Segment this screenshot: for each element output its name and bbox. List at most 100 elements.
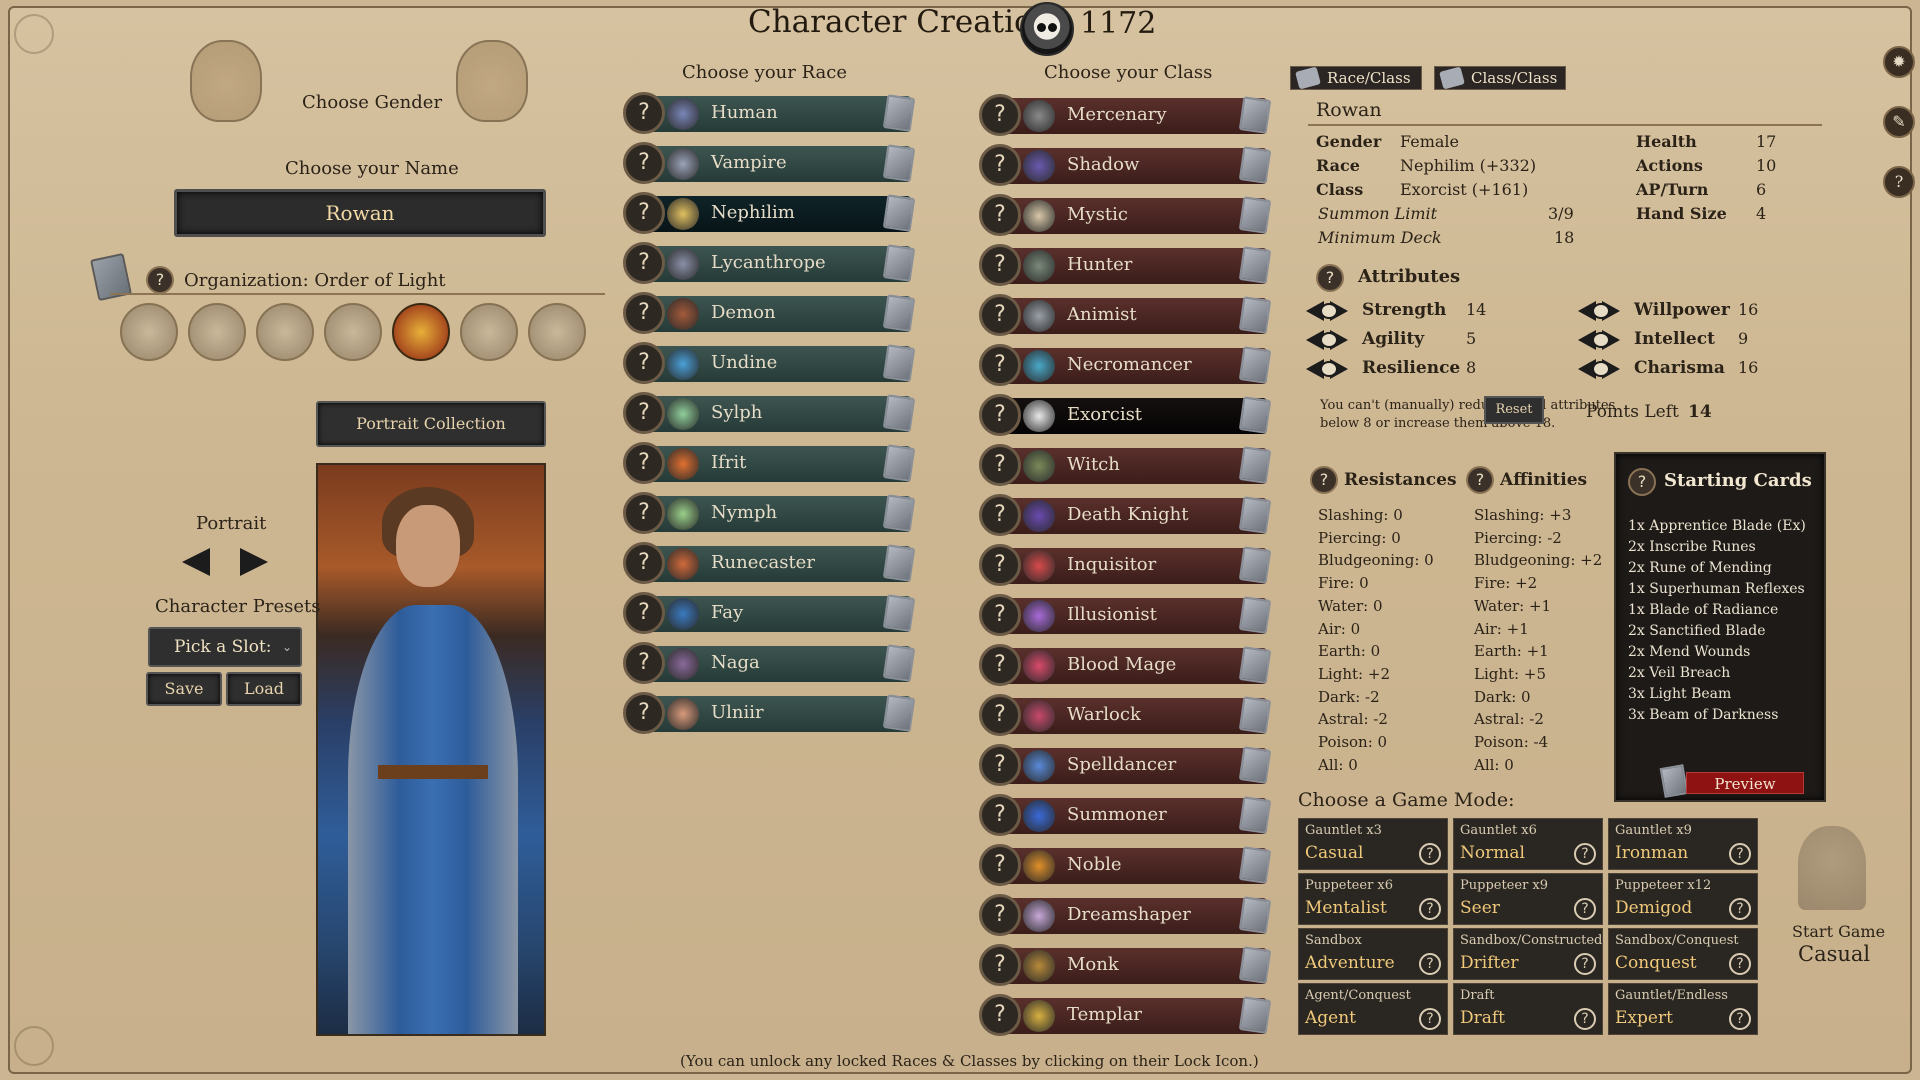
start-game-label[interactable]: Start Game <box>1792 922 1885 941</box>
race-help-icon[interactable]: ? <box>623 242 665 284</box>
class-card-icon[interactable] <box>1238 996 1272 1034</box>
race-card-icon[interactable] <box>882 694 916 732</box>
class-help-icon[interactable]: ? <box>979 944 1021 986</box>
game-mode-help-icon[interactable]: ? <box>1574 898 1596 920</box>
game-mode-agent[interactable]: Agent/Conquest Agent? <box>1298 983 1448 1035</box>
race-help-icon[interactable]: ? <box>623 592 665 634</box>
game-mode-expert[interactable]: Gauntlet/Endless Expert? <box>1608 983 1758 1035</box>
organization-emblem-skull[interactable] <box>256 303 314 361</box>
reset-button[interactable]: Reset <box>1484 396 1544 424</box>
race-help-icon[interactable]: ? <box>623 142 665 184</box>
game-mode-help-icon[interactable]: ? <box>1574 1008 1596 1030</box>
organization-emblem-rose[interactable] <box>460 303 518 361</box>
class-help-icon[interactable]: ? <box>979 244 1021 286</box>
game-mode-draft[interactable]: Draft Draft? <box>1453 983 1603 1035</box>
race-card-icon[interactable] <box>882 644 916 682</box>
race-card-icon[interactable] <box>882 344 916 382</box>
hooded-figure-icon[interactable] <box>1798 826 1866 910</box>
class-help-icon[interactable]: ? <box>979 594 1021 636</box>
game-mode-help-icon[interactable]: ? <box>1729 843 1751 865</box>
class-help-icon[interactable]: ? <box>979 644 1021 686</box>
game-mode-help-icon[interactable]: ? <box>1419 1008 1441 1030</box>
portrait-prev-arrow-icon[interactable] <box>182 548 210 576</box>
attribute-adjust-icon[interactable] <box>1306 301 1354 321</box>
class-help-icon[interactable]: ? <box>979 444 1021 486</box>
race-card-icon[interactable] <box>882 594 916 632</box>
male-gender-portrait[interactable] <box>190 40 262 122</box>
race-card-icon[interactable] <box>882 544 916 582</box>
help-icon[interactable]: ? <box>1883 166 1915 198</box>
race-help-icon[interactable]: ? <box>623 692 665 734</box>
race-help-icon[interactable]: ? <box>623 92 665 134</box>
class-help-icon[interactable]: ? <box>979 194 1021 236</box>
class-help-icon[interactable]: ? <box>979 794 1021 836</box>
class-card-icon[interactable] <box>1238 946 1272 984</box>
class-card-icon[interactable] <box>1238 546 1272 584</box>
class-card-icon[interactable] <box>1238 596 1272 634</box>
class-help-icon[interactable]: ? <box>979 344 1021 386</box>
preview-button[interactable]: Preview <box>1686 772 1804 794</box>
race-help-icon[interactable]: ? <box>623 542 665 584</box>
race-card-icon[interactable] <box>882 244 916 282</box>
race-help-icon[interactable]: ? <box>623 392 665 434</box>
class-help-icon[interactable]: ? <box>979 544 1021 586</box>
race-help-icon[interactable]: ? <box>623 442 665 484</box>
save-preset-button[interactable]: Save <box>146 672 222 706</box>
class-card-icon[interactable] <box>1238 246 1272 284</box>
class-help-icon[interactable]: ? <box>979 744 1021 786</box>
race-card-icon[interactable] <box>882 494 916 532</box>
race-card-icon[interactable] <box>882 394 916 432</box>
class-help-icon[interactable]: ? <box>979 94 1021 136</box>
portrait-next-arrow-icon[interactable] <box>240 548 268 576</box>
class-help-icon[interactable]: ? <box>979 294 1021 336</box>
portrait-collection-button[interactable]: Portrait Collection <box>316 401 546 447</box>
scroll-icon[interactable]: ✎ <box>1883 106 1915 138</box>
organization-emblem-spider[interactable] <box>324 303 382 361</box>
start-game-mode[interactable]: Casual <box>1798 942 1870 966</box>
class-help-icon[interactable]: ? <box>979 894 1021 936</box>
organization-emblem-crown[interactable] <box>188 303 246 361</box>
tab-class-class[interactable]: Class/Class <box>1434 66 1566 90</box>
game-mode-help-icon[interactable]: ? <box>1419 898 1441 920</box>
class-card-icon[interactable] <box>1238 896 1272 934</box>
tab-race-class[interactable]: Race/Class <box>1290 66 1422 90</box>
load-preset-button[interactable]: Load <box>226 672 302 706</box>
game-mode-help-icon[interactable]: ? <box>1419 953 1441 975</box>
race-help-icon[interactable]: ? <box>623 292 665 334</box>
game-mode-help-icon[interactable]: ? <box>1729 898 1751 920</box>
organization-emblem-scroll[interactable] <box>120 303 178 361</box>
name-input[interactable]: Rowan <box>174 189 546 237</box>
race-help-icon[interactable]: ? <box>623 342 665 384</box>
class-help-icon[interactable]: ? <box>979 694 1021 736</box>
game-mode-adventure[interactable]: Sandbox Adventure? <box>1298 928 1448 980</box>
class-card-icon[interactable] <box>1238 696 1272 734</box>
class-card-icon[interactable] <box>1238 746 1272 784</box>
game-mode-help-icon[interactable]: ? <box>1729 953 1751 975</box>
class-help-icon[interactable]: ? <box>979 994 1021 1036</box>
affinities-help-icon[interactable]: ? <box>1466 466 1494 494</box>
game-mode-casual[interactable]: Gauntlet x3 Casual? <box>1298 818 1448 870</box>
class-card-icon[interactable] <box>1238 346 1272 384</box>
class-card-icon[interactable] <box>1238 446 1272 484</box>
female-gender-portrait[interactable] <box>456 40 528 122</box>
game-mode-ironman[interactable]: Gauntlet x9 Ironman? <box>1608 818 1758 870</box>
attribute-adjust-icon[interactable] <box>1306 330 1354 350</box>
class-card-icon[interactable] <box>1238 646 1272 684</box>
class-card-icon[interactable] <box>1238 296 1272 334</box>
class-card-icon[interactable] <box>1238 196 1272 234</box>
organization-emblem-eye[interactable] <box>528 303 586 361</box>
class-help-icon[interactable]: ? <box>979 144 1021 186</box>
race-help-icon[interactable]: ? <box>623 642 665 684</box>
race-card-icon[interactable] <box>882 94 916 132</box>
game-mode-mentalist[interactable]: Puppeteer x6 Mentalist? <box>1298 873 1448 925</box>
resistances-help-icon[interactable]: ? <box>1310 466 1338 494</box>
game-mode-conquest[interactable]: Sandbox/Conquest Conquest? <box>1608 928 1758 980</box>
race-card-icon[interactable] <box>882 194 916 232</box>
class-help-icon[interactable]: ? <box>979 394 1021 436</box>
class-card-icon[interactable] <box>1238 496 1272 534</box>
organization-help-icon[interactable]: ? <box>146 266 174 294</box>
attribute-adjust-icon[interactable] <box>1578 301 1626 321</box>
class-card-icon[interactable] <box>1238 796 1272 834</box>
race-card-icon[interactable] <box>882 444 916 482</box>
attribute-adjust-icon[interactable] <box>1306 359 1354 379</box>
